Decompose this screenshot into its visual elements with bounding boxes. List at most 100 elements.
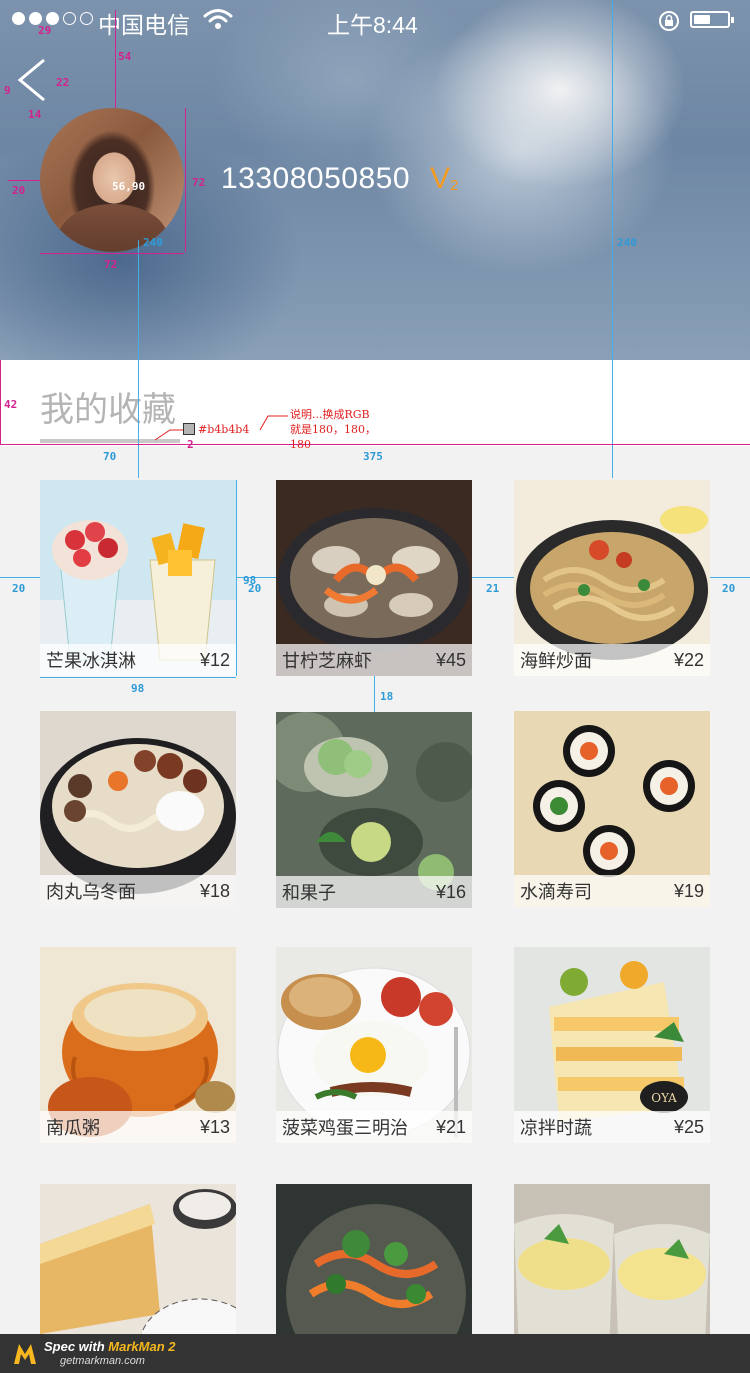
favorite-item-label: 海鲜炒面 ¥22 (514, 644, 710, 676)
favorite-item-price: ¥22 (673, 649, 704, 670)
spec-label: 20 (12, 184, 26, 197)
spec-label: 375 (363, 450, 383, 463)
spec-label: 20 (722, 582, 736, 595)
markman-banner: Spec with MarkMan 2 getmarkman.com (0, 1334, 750, 1373)
spec-label: 22 (56, 76, 70, 89)
favorite-item-price: ¥13 (199, 1116, 230, 1137)
favorite-item-price: ¥21 (435, 1116, 466, 1137)
wifi-icon (203, 9, 233, 29)
spec-label: 9 (4, 84, 11, 97)
favorite-item-name: 芒果冰淇淋 (46, 651, 136, 671)
guide-line (185, 108, 186, 252)
signal-dot (63, 12, 76, 25)
guide-line (40, 677, 236, 678)
signal-strength-icon (12, 12, 93, 25)
favorite-item-name: 菠菜鸡蛋三明治 (282, 1118, 408, 1138)
favorite-item-price: ¥18 (199, 880, 230, 901)
spec-note: 180 (290, 438, 311, 451)
spec-note: 说明...换成RGB (290, 408, 370, 421)
favorite-item-card[interactable]: 海鲜炒面 ¥22 (514, 480, 710, 676)
spec-label: 72 (192, 176, 206, 189)
status-bar: 中国电信 上午8:44 (0, 0, 750, 40)
carrier-name: 中国电信 (98, 12, 190, 38)
favorite-item-label: 水滴寿司 ¥19 (514, 875, 710, 907)
favorite-item-price: ¥19 (673, 880, 704, 901)
spec-label: 18 (380, 690, 394, 703)
favorite-item-card[interactable]: 和果子 ¥16 (276, 712, 472, 908)
guide-line (8, 180, 40, 181)
spec-label: 21 (486, 582, 500, 595)
back-arrow-icon[interactable] (14, 56, 50, 104)
guide-line (0, 360, 1, 444)
battery-icon (690, 11, 734, 28)
favorite-item-card[interactable]: OYA 凉拌时蔬 ¥25 (514, 947, 710, 1143)
favorite-item-card[interactable]: 菠菜鸡蛋三明治 ¥21 (276, 947, 472, 1143)
favorite-item-label: 和果子 ¥16 (276, 876, 472, 908)
favorite-item-label: 菠菜鸡蛋三明治 ¥21 (276, 1111, 472, 1143)
favorite-item-price: ¥16 (435, 881, 466, 902)
favorite-item-price: ¥12 (199, 649, 230, 670)
food-photo (40, 1184, 236, 1334)
guide-line (138, 240, 139, 478)
guide-line (472, 577, 514, 578)
guide-line (710, 577, 750, 578)
spec-label: 14 (28, 108, 42, 121)
spec-arrow-icon (154, 415, 288, 441)
spec-label: 20 (12, 582, 26, 595)
favorite-item-label: 甘柠芝麻虾 ¥45 (276, 644, 472, 676)
spec-label: 98 (243, 574, 257, 587)
favorite-item-label: 凉拌时蔬 ¥25 (514, 1111, 710, 1143)
spec-label: 29 (38, 24, 52, 37)
favorite-item-price: ¥25 (673, 1116, 704, 1137)
favorite-item-name: 肉丸乌冬面 (46, 882, 136, 902)
favorite-item-label: 南瓜粥 ¥13 (40, 1111, 236, 1143)
guide-line (40, 253, 184, 254)
user-phone-number: 13308050850 (221, 162, 411, 195)
favorite-item-card[interactable]: 甘柠芝麻虾 ¥45 (276, 480, 472, 676)
favorite-item-card[interactable]: 芒果冰淇淋 ¥12 (40, 480, 236, 676)
vip-letter: V (430, 162, 451, 195)
spec-label: 72 (104, 258, 118, 271)
favorite-item-card[interactable] (514, 1184, 710, 1334)
favorite-item-name: 海鲜炒面 (520, 651, 592, 671)
favorite-item-card[interactable]: 水滴寿司 ¥19 (514, 711, 710, 907)
favorite-item-card[interactable]: 南瓜粥 ¥13 (40, 947, 236, 1143)
guide-line (0, 444, 750, 445)
food-photo (276, 1184, 472, 1334)
signal-dot (12, 12, 25, 25)
favorite-item-name: 甘柠芝麻虾 (282, 651, 372, 671)
favorite-item-card[interactable] (276, 1184, 472, 1334)
favorite-item-price: ¥45 (435, 649, 466, 670)
guide-line (374, 676, 375, 712)
food-photo (514, 1184, 710, 1334)
vip-badge: V2 (430, 162, 458, 196)
spec-label: 70 (103, 450, 117, 463)
spec-label: 240 (143, 236, 163, 249)
favorite-item-label: 芒果冰淇淋 ¥12 (40, 644, 236, 676)
favorite-item-card[interactable]: 肉丸乌冬面 ¥18 (40, 711, 236, 907)
favorite-item-name: 凉拌时蔬 (520, 1118, 592, 1138)
vip-level: 2 (450, 177, 459, 194)
markman-url: getmarkman.com (60, 1355, 145, 1367)
spec-coordinate: 56,90 (112, 180, 146, 193)
markman-brand: MarkMan 2 (108, 1339, 176, 1354)
guide-line (0, 577, 40, 578)
spec-label: 54 (118, 50, 132, 63)
markman-title: Spec with MarkMan 2 (44, 1339, 176, 1354)
guide-line (612, 0, 613, 478)
signal-dot (80, 12, 93, 25)
guide-line (236, 480, 237, 676)
favorite-item-name: 南瓜粥 (46, 1118, 100, 1138)
favorite-item-label: 肉丸乌冬面 ¥18 (40, 875, 236, 907)
favorite-item-name: 水滴寿司 (520, 882, 592, 902)
svg-text:OYA: OYA (651, 1091, 677, 1105)
spec-label: 98 (131, 682, 145, 695)
spec-label: 240 (617, 236, 637, 249)
markman-prefix: Spec with (44, 1339, 109, 1354)
favorite-item-name: 和果子 (282, 883, 336, 903)
rotation-lock-icon (659, 11, 679, 31)
favorite-item-card[interactable] (40, 1184, 236, 1334)
markman-logo-icon (14, 1344, 36, 1364)
clock: 上午8:44 (327, 12, 418, 38)
spec-label: 42 (4, 398, 18, 411)
